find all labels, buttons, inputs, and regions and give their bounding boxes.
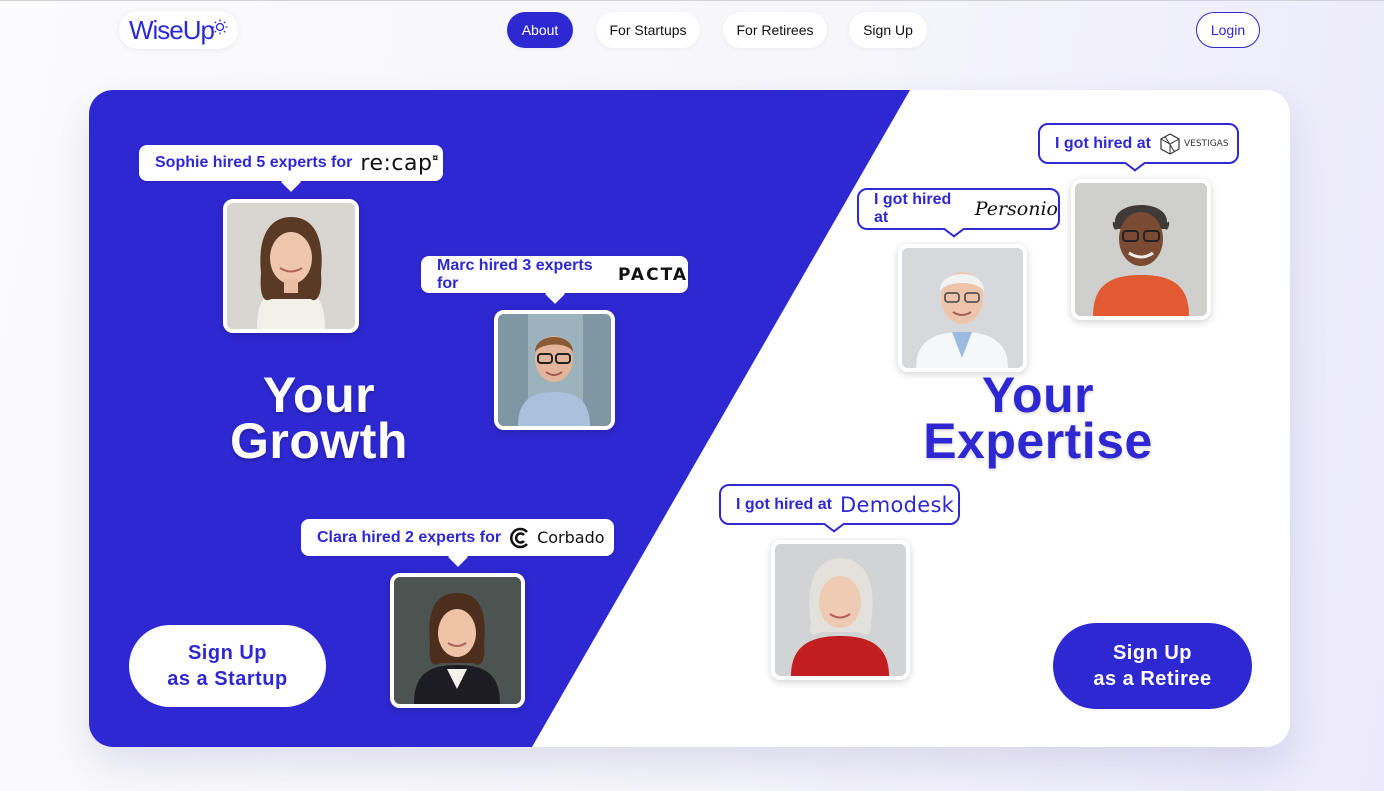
- testimonial-bubble-vestigas: I got hired at VESTIGAS: [1038, 123, 1239, 164]
- testimonial-bubble-demodesk: I got hired at Demodesk: [719, 484, 960, 525]
- headline-your-growth: Your Growth: [230, 367, 408, 469]
- testimonial-bubble-sophie: Sophie hired 5 experts for re:cap ¤: [139, 145, 443, 181]
- nav-for-startups[interactable]: For Startups: [596, 12, 700, 48]
- testimonial-text: I got hired at: [874, 191, 952, 226]
- logo-text: WiseUp: [128, 14, 215, 45]
- avatar-retiree-labcoat: [898, 244, 1027, 372]
- corbado-logo: Corbado: [509, 527, 605, 549]
- recap-logo: re:cap ¤: [360, 150, 439, 176]
- testimonial-text: Sophie hired 5 experts for: [155, 154, 353, 171]
- testimonial-text: Marc hired 3 experts for: [437, 256, 593, 292]
- avatar-sophie: [223, 199, 359, 333]
- avatar-clara: [390, 573, 525, 708]
- pacta-logo: PACTA: [618, 264, 688, 285]
- testimonial-bubble-marc: Marc hired 3 experts for PACTA: [421, 256, 688, 293]
- sun-icon: [212, 19, 228, 35]
- testimonial-text: Clara hired 2 experts for: [317, 528, 502, 546]
- testimonial-text: I got hired at: [736, 495, 832, 513]
- avatar-retiree-orange: [1071, 179, 1211, 320]
- sign-up-retiree-button[interactable]: Sign Up as a Retiree: [1053, 623, 1252, 709]
- corbado-icon: [510, 527, 529, 548]
- hero-card: Sophie hired 5 experts for re:cap ¤ Marc…: [89, 90, 1290, 747]
- wiseup-logo[interactable]: WiseUp: [119, 11, 238, 49]
- demodesk-logo: Demodesk: [840, 492, 955, 517]
- sign-up-startup-button[interactable]: Sign Up as a Startup: [129, 625, 326, 707]
- personio-logo: Personio: [974, 198, 1058, 220]
- avatar-marc: [494, 310, 615, 430]
- nav-about[interactable]: About: [507, 12, 573, 48]
- login-button[interactable]: Login: [1196, 12, 1260, 48]
- headline-your-expertise: Your Expertise: [923, 367, 1153, 469]
- nav-for-retirees[interactable]: For Retirees: [723, 12, 827, 48]
- vestigas-icon: [1160, 132, 1180, 155]
- testimonial-text: I got hired at: [1055, 134, 1151, 152]
- top-border: [0, 0, 1384, 1]
- nav-sign-up[interactable]: Sign Up: [849, 12, 927, 48]
- avatar-retiree-red: [771, 540, 910, 680]
- vestigas-logo: VESTIGAS: [1159, 132, 1229, 155]
- testimonial-bubble-clara: Clara hired 2 experts for Corbado: [301, 519, 614, 556]
- testimonial-bubble-personio: I got hired at Personio: [857, 188, 1060, 230]
